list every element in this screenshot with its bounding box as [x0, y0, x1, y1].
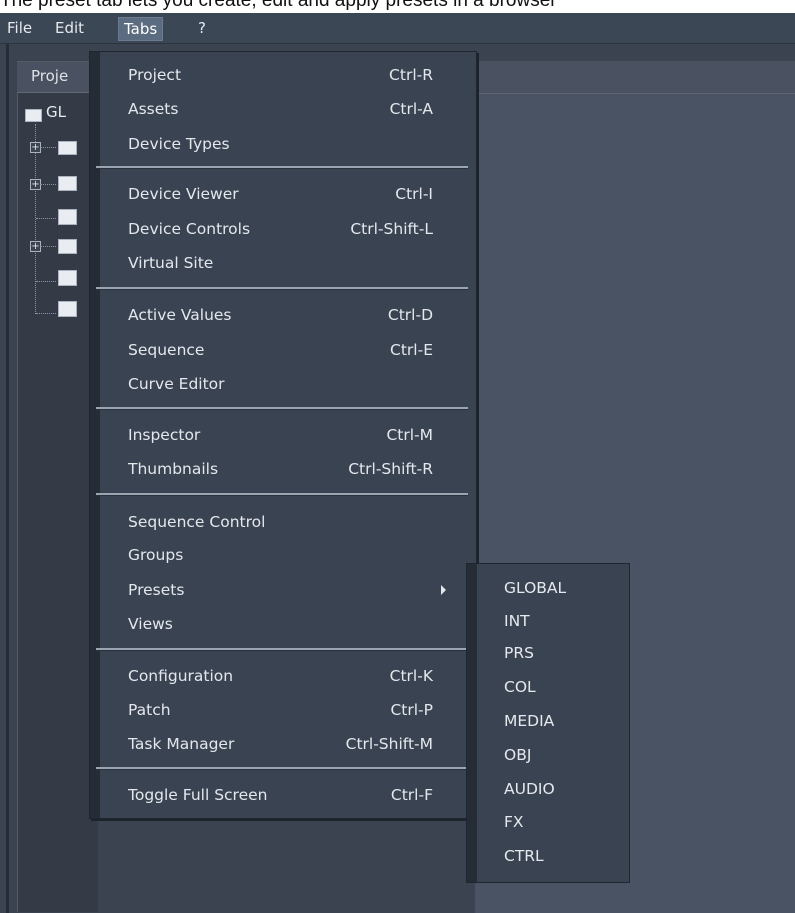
menu-separator	[96, 407, 468, 410]
preset-global[interactable]: GLOBAL	[504, 573, 624, 603]
menu-item-shortcut: Ctrl-D	[387, 306, 433, 324]
menu-item-shortcut: Ctrl-Shift-R	[348, 460, 433, 478]
preset-int[interactable]: INT	[504, 606, 624, 636]
menu-item-label: Groups	[128, 546, 184, 564]
menu-item-shortcut: Ctrl-E	[390, 341, 433, 359]
menu-item-views[interactable]: Views	[128, 608, 468, 640]
menu-item-presets[interactable]: Presets	[128, 574, 468, 606]
presets-submenu: GLOBAL INT PRS COL MEDIA OBJ AUDIO FX CT…	[466, 563, 630, 883]
submenu-arrow-icon	[441, 585, 446, 595]
menu-help[interactable]: ?	[193, 17, 211, 39]
menu-item-device-viewer[interactable]: Device Viewer Ctrl-I	[128, 178, 468, 210]
tree-connector	[40, 147, 56, 148]
tree-root-label: GL	[46, 103, 66, 121]
menu-item-label: Presets	[128, 581, 185, 599]
menu-item-label: Curve Editor	[128, 375, 225, 393]
preset-media[interactable]: MEDIA	[504, 706, 624, 736]
menu-item-label: Assets	[128, 100, 179, 118]
menu-item-curve-editor[interactable]: Curve Editor	[128, 368, 468, 400]
menu-item-active-values[interactable]: Active Values Ctrl-D	[128, 299, 468, 331]
menu-item-patch[interactable]: Patch Ctrl-P	[128, 694, 468, 726]
menu-item-label: Device Types	[128, 135, 230, 153]
menu-item-shortcut: Ctrl-R	[389, 66, 433, 84]
menu-item-shortcut: Ctrl-Shift-L	[350, 220, 433, 238]
menu-item-label: Device Controls	[128, 220, 251, 238]
menu-item-toggle-full-screen[interactable]: Toggle Full Screen Ctrl-F	[128, 779, 468, 811]
menu-item-assets[interactable]: Assets Ctrl-A	[128, 93, 468, 125]
menu-item-label: Thumbnails	[128, 460, 219, 478]
preset-fx[interactable]: FX	[504, 807, 624, 837]
menu-item-label: Views	[128, 615, 173, 633]
caption-text: The preset tab lets you create, edit and…	[0, 0, 557, 11]
preset-obj[interactable]: OBJ	[504, 740, 624, 770]
folder-grid-icon[interactable]	[58, 270, 77, 286]
menu-item-sequence-control[interactable]: Sequence Control	[128, 506, 468, 538]
menu-item-device-types[interactable]: Device Types	[128, 128, 468, 160]
menu-item-task-manager[interactable]: Task Manager Ctrl-Shift-M	[128, 728, 468, 760]
folder-clock-icon[interactable]	[58, 176, 77, 191]
tree-connector	[36, 281, 56, 282]
folder-icon[interactable]	[58, 141, 77, 155]
folder-device-icon[interactable]	[58, 239, 77, 254]
menu-item-shortcut: Ctrl-F	[390, 786, 433, 804]
menu-item-shortcut: Ctrl-Shift-M	[345, 735, 433, 753]
menu-separator	[96, 767, 468, 770]
menu-edit[interactable]: Edit	[50, 17, 89, 39]
tab-project[interactable]: Proje	[17, 62, 93, 93]
tree-connector	[40, 246, 56, 247]
menu-separator	[96, 287, 468, 290]
menu-item-shortcut: Ctrl-I	[395, 185, 433, 203]
menu-item-shortcut: Ctrl-K	[389, 667, 433, 685]
folder-open-icon	[25, 109, 42, 122]
menu-bar: File Edit Tabs ?	[0, 13, 795, 44]
right-panel-header	[475, 61, 795, 94]
preset-audio[interactable]: AUDIO	[504, 774, 624, 804]
preset-prs[interactable]: PRS	[504, 638, 624, 668]
menu-item-label: Virtual Site	[128, 254, 214, 272]
tabs-dropdown-menu: Project Ctrl-R Assets Ctrl-A Device Type…	[89, 51, 477, 819]
menu-item-label: Inspector	[128, 426, 201, 444]
menu-item-label: Patch	[128, 701, 171, 719]
menu-tabs[interactable]: Tabs	[118, 17, 164, 41]
menu-gutter	[467, 564, 477, 882]
menu-item-label: Sequence	[128, 341, 205, 359]
menu-file[interactable]: File	[2, 17, 37, 39]
menu-item-label: Active Values	[128, 306, 232, 324]
tree-connector	[36, 218, 56, 219]
menu-item-shortcut: Ctrl-A	[389, 100, 433, 118]
menu-item-device-controls[interactable]: Device Controls Ctrl-Shift-L	[128, 213, 468, 245]
menu-item-project[interactable]: Project Ctrl-R	[128, 59, 468, 91]
tree-connector	[36, 313, 56, 314]
menu-item-groups[interactable]: Groups	[128, 539, 468, 571]
menu-item-configuration[interactable]: Configuration Ctrl-K	[128, 660, 468, 692]
preset-ctrl[interactable]: CTRL	[504, 841, 624, 871]
menu-item-label: Project	[128, 66, 182, 84]
menu-item-label: Sequence Control	[128, 513, 266, 531]
menu-item-shortcut: Ctrl-P	[390, 701, 433, 719]
menu-separator	[96, 493, 468, 496]
menu-item-label: Toggle Full Screen	[128, 786, 268, 804]
folder-image-icon[interactable]	[58, 301, 77, 317]
menu-item-label: Task Manager	[128, 735, 235, 753]
menu-item-sequence[interactable]: Sequence Ctrl-E	[128, 334, 468, 366]
menu-item-label: Configuration	[128, 667, 234, 685]
menu-item-thumbnails[interactable]: Thumbnails Ctrl-Shift-R	[128, 453, 468, 485]
menu-separator	[96, 166, 468, 169]
menu-separator	[96, 648, 468, 651]
preset-col[interactable]: COL	[504, 672, 624, 702]
tree-connector	[40, 184, 56, 185]
menu-item-virtual-site[interactable]: Virtual Site	[128, 247, 468, 279]
menu-item-label: Device Viewer	[128, 185, 239, 203]
menu-item-inspector[interactable]: Inspector Ctrl-M	[128, 419, 468, 451]
folder-list-icon[interactable]	[58, 209, 77, 225]
window-edge	[6, 44, 9, 913]
tab-project-label: Proje	[31, 67, 69, 85]
menu-item-shortcut: Ctrl-M	[386, 426, 433, 444]
